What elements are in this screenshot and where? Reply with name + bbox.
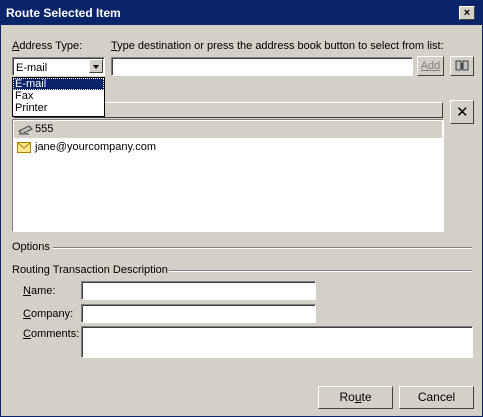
destination-label: Type destination or press the address bo…: [111, 40, 444, 52]
recipient-list[interactable]: 555 jane@yourcompany.com: [12, 119, 444, 232]
options-label: Options: [12, 241, 50, 253]
comments-field[interactable]: [81, 326, 473, 358]
dropdown-option-email[interactable]: E-mail: [13, 78, 104, 90]
list-item[interactable]: jane@yourcompany.com: [14, 139, 442, 156]
routing-description-label: Routing Transaction Description: [12, 264, 168, 276]
route-selected-item-dialog: Route Selected Item × Address Type: E-ma…: [0, 0, 483, 417]
dropdown-option-printer[interactable]: Printer: [13, 102, 104, 114]
chevron-down-icon[interactable]: [89, 59, 103, 73]
dialog-title: Route Selected Item: [6, 6, 121, 20]
delete-recipient-button[interactable]: ✕: [450, 100, 474, 124]
fax-icon: [18, 125, 33, 135]
recipient-text: 555: [35, 123, 54, 135]
email-envelope-icon: [17, 142, 31, 153]
add-button[interactable]: Add: [417, 56, 444, 76]
route-button[interactable]: Route: [318, 386, 393, 409]
routing-divider: [169, 270, 472, 272]
address-type-value: E-mail: [16, 62, 48, 74]
address-type-select[interactable]: E-mail: [12, 57, 105, 76]
comments-label: Comments:: [23, 328, 80, 340]
list-item[interactable]: 555: [14, 121, 442, 138]
address-book-icon: [455, 60, 469, 71]
cancel-button[interactable]: Cancel: [399, 386, 474, 409]
company-label: Company:: [23, 308, 74, 320]
name-label: Name:: [23, 285, 56, 297]
address-type-dropdown: E-mail Fax Printer: [12, 77, 105, 117]
close-icon: ×: [463, 7, 471, 19]
name-field[interactable]: [81, 281, 316, 300]
company-field[interactable]: [81, 304, 316, 323]
options-divider: [53, 247, 472, 249]
dropdown-option-fax[interactable]: Fax: [13, 90, 104, 102]
title-bar[interactable]: Route Selected Item ×: [1, 1, 482, 25]
delete-icon: ✕: [456, 104, 469, 121]
close-button[interactable]: ×: [459, 6, 475, 20]
recipient-text: jane@yourcompany.com: [35, 141, 157, 153]
destination-input[interactable]: [111, 57, 413, 76]
address-type-label: Address Type:: [12, 40, 83, 52]
address-book-button[interactable]: [450, 56, 474, 76]
